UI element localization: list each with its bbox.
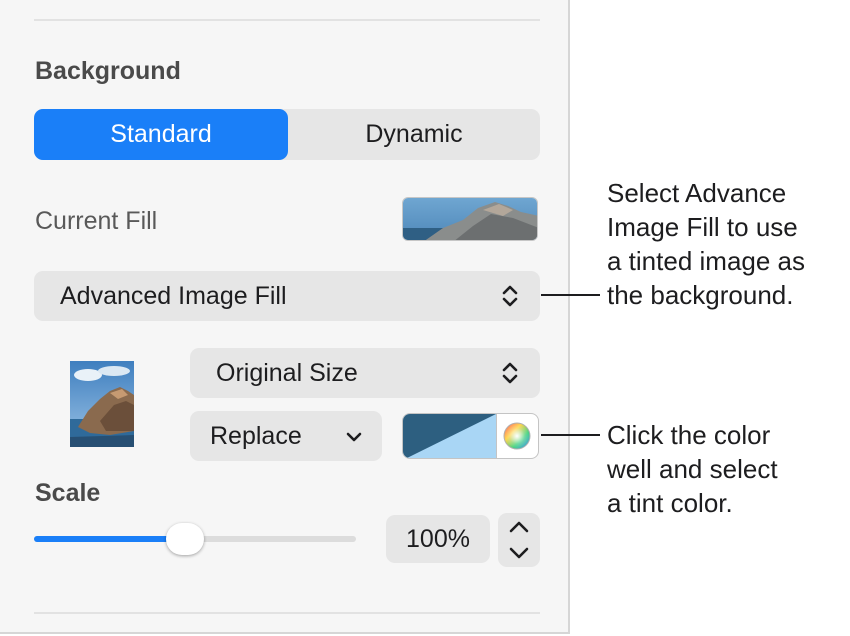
coastal-rock-image-icon xyxy=(403,198,537,240)
color-callout-line xyxy=(541,434,600,436)
scale-slider-knob[interactable] xyxy=(166,523,205,555)
replace-label: Replace xyxy=(210,422,302,450)
tab-dynamic[interactable]: Dynamic xyxy=(288,109,540,160)
scale-slider[interactable] xyxy=(34,523,356,555)
current-fill-swatch[interactable] xyxy=(402,197,538,241)
background-mode-segmented-control: Standard Dynamic xyxy=(34,109,540,160)
fill-callout-line xyxy=(541,294,600,296)
replace-popup[interactable]: Replace xyxy=(190,411,382,461)
color-wheel-icon[interactable] xyxy=(502,421,532,451)
background-heading: Background xyxy=(35,57,181,85)
format-sidebar: Background Standard Dynamic Current Fill… xyxy=(0,0,570,634)
scale-value-field[interactable]: 100% xyxy=(386,515,490,563)
top-divider xyxy=(34,19,540,21)
scale-slider-fill xyxy=(34,536,186,542)
tint-color-well[interactable] xyxy=(402,413,539,459)
chevron-down-icon xyxy=(346,432,362,442)
fill-callout: Select Advance Image Fill to use a tinte… xyxy=(607,178,806,310)
chevron-up-icon xyxy=(509,521,529,533)
image-thumbnail[interactable] xyxy=(70,361,134,447)
image-scale-popup[interactable]: Original Size xyxy=(190,348,540,398)
image-scale-value: Original Size xyxy=(216,359,358,387)
stepper-up-button[interactable] xyxy=(498,513,540,540)
up-down-chevron-icon xyxy=(502,285,518,307)
stepper-down-button[interactable] xyxy=(498,540,540,567)
up-down-chevron-icon xyxy=(502,362,518,384)
scale-stepper xyxy=(498,513,540,567)
tab-standard[interactable]: Standard xyxy=(34,109,288,160)
color-callout: Click the color well and select a tint c… xyxy=(607,420,778,518)
chevron-down-icon xyxy=(509,547,529,559)
bottom-divider xyxy=(34,612,540,614)
scale-heading: Scale xyxy=(35,479,101,507)
coastal-rock-image-icon xyxy=(70,361,134,447)
fill-type-value: Advanced Image Fill xyxy=(60,282,287,310)
fill-type-popup[interactable]: Advanced Image Fill xyxy=(34,271,540,321)
current-fill-label: Current Fill xyxy=(35,207,158,235)
